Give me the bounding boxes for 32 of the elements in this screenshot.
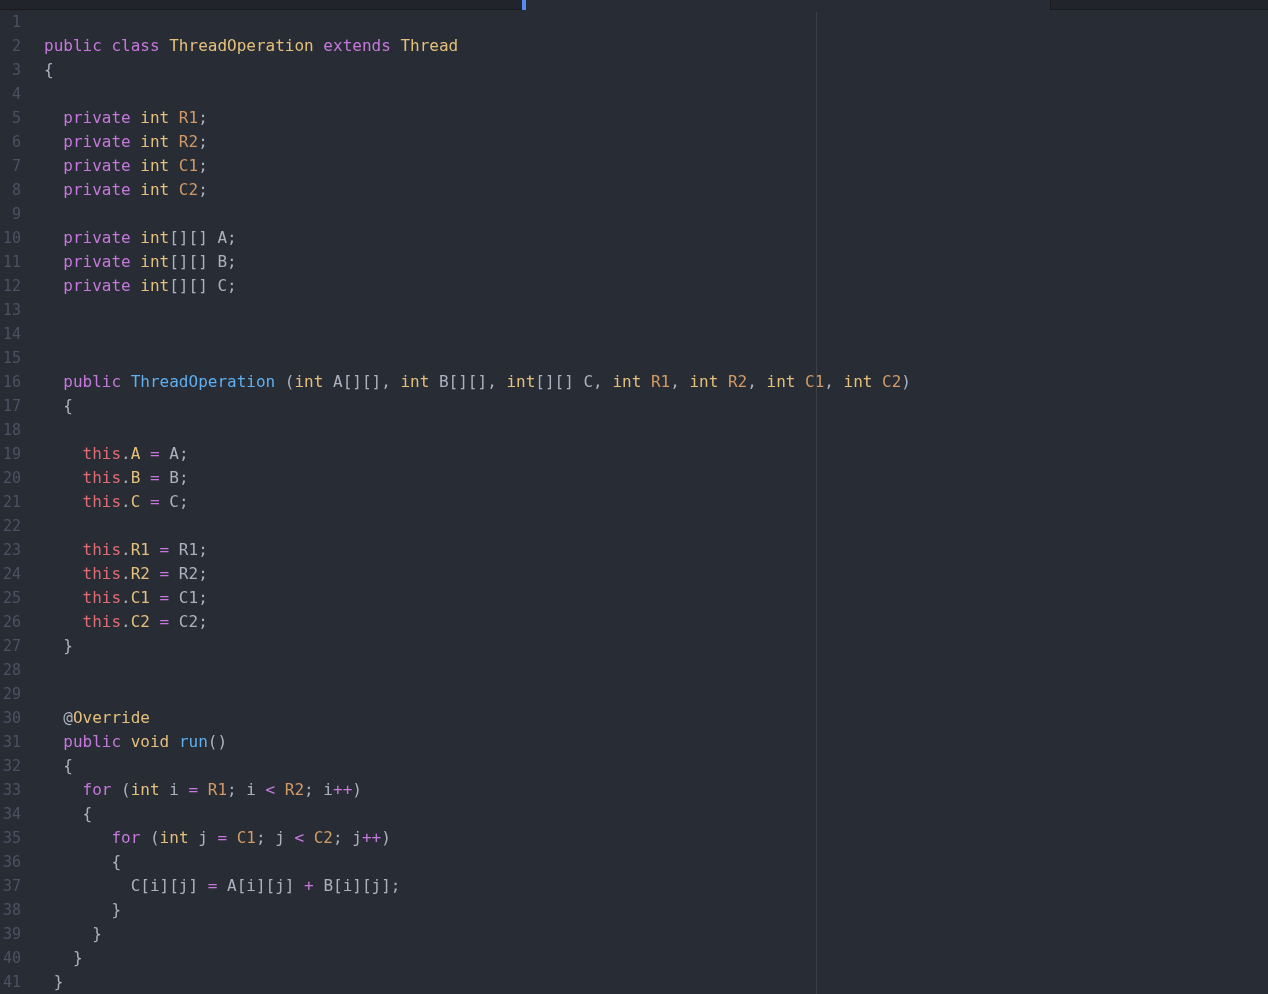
code-line: }	[52, 971, 64, 993]
code-line: {	[62, 755, 73, 777]
code-line: for (int j = C1; j < C2; j++)	[110, 827, 391, 849]
code-line: this.C1 = C1;	[81, 587, 208, 609]
code-line: private int R2;	[62, 131, 208, 153]
code-line: private int R1;	[62, 107, 208, 129]
code-line: public ThreadOperation (int A[][], int B[][], int[][] C, int R1, int R2, int C1, int C2)	[62, 371, 911, 393]
code-line: {	[44, 59, 54, 81]
code-line: this.A = A;	[81, 443, 189, 465]
code-line: this.R1 = R1;	[81, 539, 208, 561]
code-line: private int C1;	[62, 155, 208, 177]
code-line: private int C2;	[62, 179, 208, 201]
editor-tab[interactable]	[522, 0, 1050, 10]
code-line: }	[71, 947, 83, 969]
code-line: this.C2 = C2;	[81, 611, 208, 633]
code-line: {	[81, 803, 93, 825]
code-line: {	[110, 851, 122, 873]
code-line: @Override	[62, 707, 150, 729]
code-line: public void run()	[62, 731, 228, 753]
code-line: this.C = C;	[81, 491, 189, 513]
code-line: private int[][] A;	[62, 227, 237, 249]
code-line: public class ThreadOperation extends Thread	[44, 35, 459, 57]
code-line: for (int i = R1; i < R2; i++)	[81, 779, 362, 801]
code-line: C[i][j] = A[i][j] + B[i][j];	[129, 875, 401, 897]
code-line: this.R2 = R2;	[81, 563, 208, 585]
code-line: }	[110, 899, 122, 921]
code-line: {	[62, 395, 73, 417]
code-line: this.B = B;	[81, 467, 189, 489]
code-line: }	[62, 635, 73, 657]
code-line: private int[][] C;	[62, 275, 237, 297]
code-line: }	[91, 923, 102, 945]
code-line: private int[][] B;	[62, 251, 237, 273]
